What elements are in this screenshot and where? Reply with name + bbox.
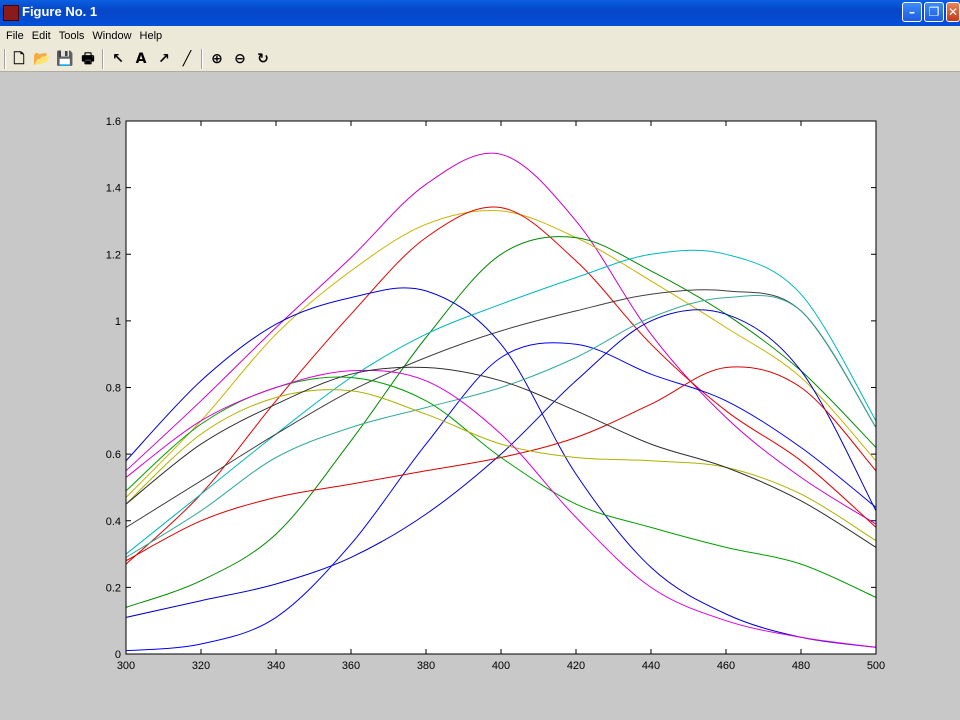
y-tick-label: 1.2 (106, 249, 121, 261)
x-tick-label: 460 (717, 660, 735, 672)
x-tick-label: 500 (867, 660, 885, 672)
x-tick-label: 300 (117, 660, 135, 672)
x-tick-label: 480 (792, 660, 810, 672)
x-tick-label: 400 (492, 660, 510, 672)
y-tick-label: 1 (115, 316, 121, 328)
x-tick-label: 380 (417, 660, 435, 672)
y-tick-label: 0.6 (106, 449, 121, 461)
figure-canvas[interactable]: 300 320 340 360 380 400 420 440 460 480 500 0 0.2 0.4… (0, 0, 960, 720)
y-tick-label: 1.6 (106, 116, 121, 128)
y-tick-label: 0.4 (106, 516, 121, 528)
x-tick-label: 320 (192, 660, 210, 672)
y-tick-label: 0.8 (106, 383, 121, 395)
y-tick-label: 0 (115, 649, 121, 661)
x-tick-label: 420 (567, 660, 585, 672)
y-tick-label: 0.2 (106, 582, 121, 594)
x-tick-label: 360 (342, 660, 360, 672)
x-tick-label: 340 (267, 660, 285, 672)
y-tick-label: 1.4 (106, 183, 121, 195)
x-tick-label: 440 (642, 660, 660, 672)
